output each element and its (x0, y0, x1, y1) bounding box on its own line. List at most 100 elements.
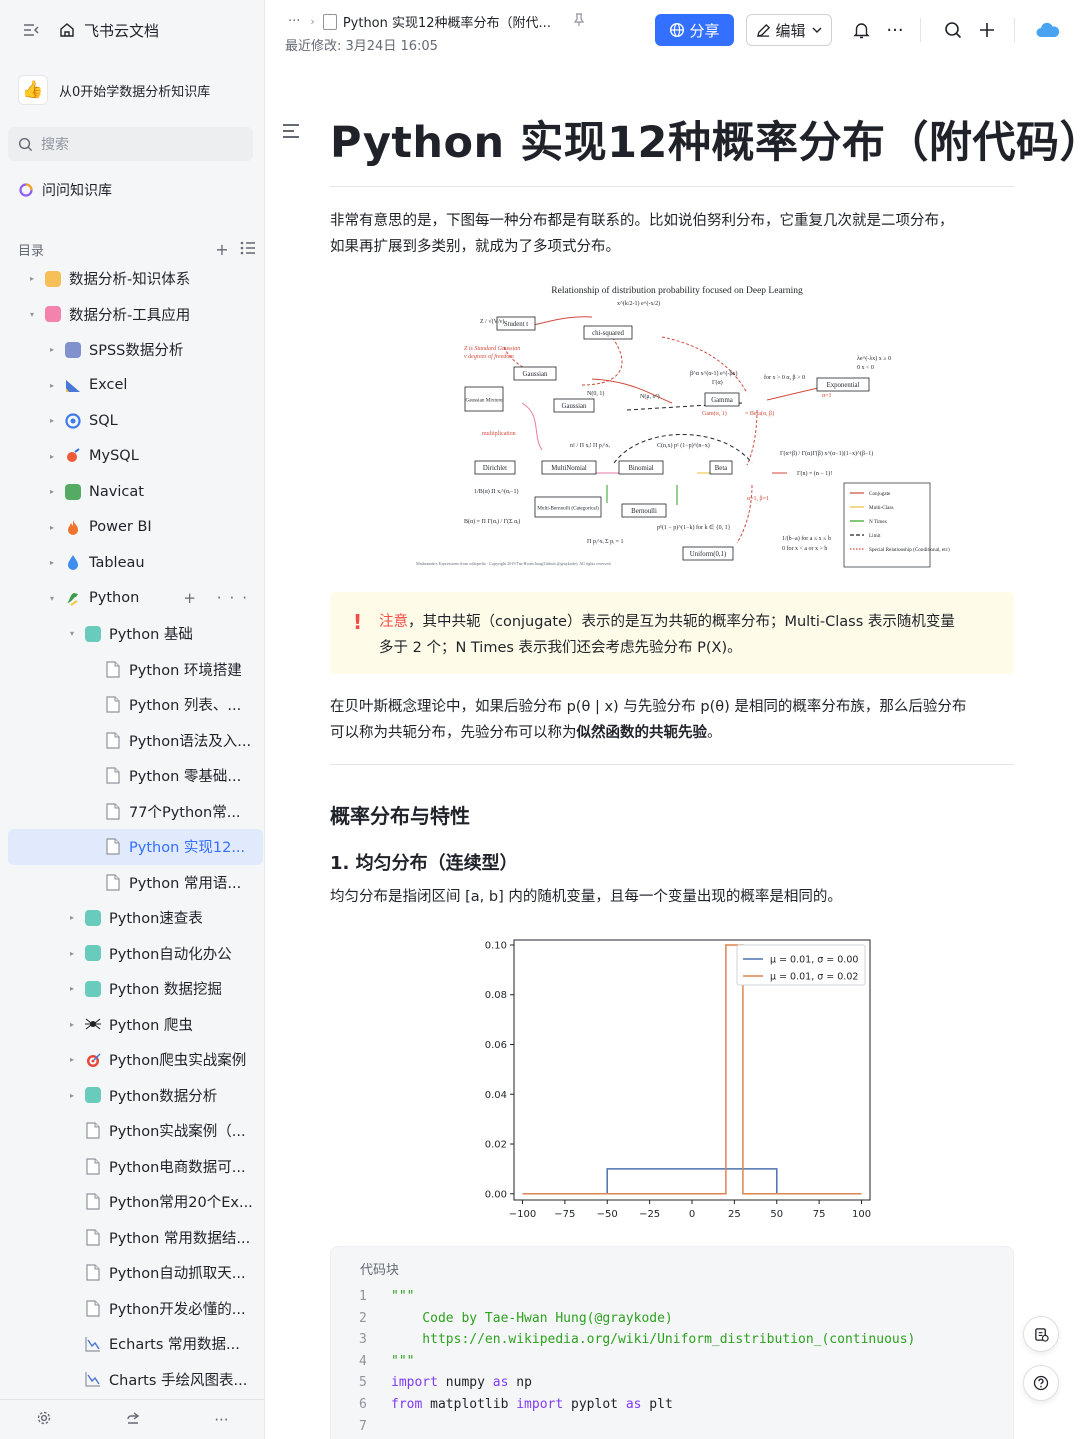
tree-item[interactable]: Python 列表、... (8, 687, 263, 723)
chevron-right-icon[interactable]: ▸ (46, 381, 58, 390)
knowledge-base-header[interactable]: 👍 从0开始学数据分析知识库 (18, 72, 210, 108)
tree-item[interactable]: ▾ Python 基础 (8, 616, 263, 652)
tree-item[interactable]: ▸ Python 爬虫 (8, 1007, 263, 1043)
tree-item[interactable]: ▸ SQL (8, 403, 263, 439)
code-line[interactable]: 2 Code by Tae-Hwan Hung(@graykode) (331, 1311, 1011, 1333)
collapse-sidebar-icon[interactable] (20, 19, 42, 41)
help-icon[interactable] (1023, 1365, 1059, 1401)
chevron-down-icon[interactable]: ▾ (66, 629, 78, 638)
intro-paragraph[interactable]: 非常有意思的是，下图每一种分布都是有联系的。比如说伯努利分布，它重复几次就是二项… (330, 208, 1020, 260)
tree-item[interactable]: ▸ Power BI (8, 510, 263, 546)
distribution-relationship-diagram[interactable]: Relationship of distribution probability… (402, 275, 952, 575)
section-heading[interactable]: 概率分布与特性 (330, 800, 470, 829)
pin-icon[interactable] (573, 12, 585, 31)
doc-info-icon[interactable] (1023, 1316, 1059, 1352)
code-line[interactable]: 4 """ (331, 1354, 1011, 1376)
cloud-avatar-icon[interactable] (1036, 18, 1060, 42)
tree-item[interactable]: Python语法及入... (8, 723, 263, 759)
edit-button[interactable]: 编辑 (746, 14, 832, 46)
warning-callout[interactable]: ! 注意，其中共轭（conjugate）表示的是互为共轭的概率分布；Multi-… (330, 592, 1014, 674)
chevron-right-icon[interactable]: ▸ (66, 1055, 78, 1064)
outline-list-icon[interactable] (238, 240, 258, 259)
home-icon[interactable] (56, 19, 78, 41)
bayes-paragraph[interactable]: 在贝叶斯概念理论中，如果后验分布 p(θ | x) 与先验分布 p(θ) 是相同… (330, 694, 1020, 746)
tree-item[interactable]: ▾ Python + ··· (8, 581, 263, 617)
tree-item[interactable]: Python 零基础... (8, 758, 263, 794)
breadcrumb-title[interactable]: Python 实现12种概率分布（附代... (343, 12, 551, 31)
tree-item[interactable]: ▸ Python速查表 (8, 900, 263, 936)
tree-item[interactable]: Python开发必懂的... (8, 1291, 263, 1327)
chevron-right-icon[interactable]: ▸ (46, 452, 58, 461)
chevron-right-icon[interactable]: ▸ (46, 416, 58, 425)
chevron-right-icon[interactable]: ▸ (46, 523, 58, 532)
tree-item[interactable]: Python实战案例（... (8, 1113, 263, 1149)
chevron-right-icon[interactable]: ▸ (66, 984, 78, 993)
add-icon[interactable] (975, 18, 999, 42)
settings-gear-icon[interactable] (36, 1410, 52, 1430)
tree-item[interactable]: ▸ SPSS数据分析 (8, 332, 263, 368)
tree-item-actions[interactable]: + ··· (183, 589, 255, 607)
tree-item[interactable]: Python 环境搭建 (8, 652, 263, 688)
bell-icon[interactable] (849, 18, 873, 42)
code-line[interactable]: 6 from matplotlib import pyplot as plt (331, 1397, 1011, 1419)
tree-item[interactable]: ▸ Navicat (8, 474, 263, 510)
chevron-right-icon[interactable]: ▸ (46, 487, 58, 496)
chevron-right-icon[interactable]: ▸ (66, 1020, 78, 1029)
outline-toggle-icon[interactable] (283, 124, 299, 142)
tree-item[interactable]: Echarts 常用数据... (8, 1326, 263, 1362)
uniform-distribution-chart[interactable]: −100 −75 −50 −25 0 25 50 75 100 0.00 0.02 0.04 0.06 0… (470, 932, 880, 1232)
svg-text:N(0, 1): N(0, 1) (587, 390, 604, 397)
chevron-right-icon[interactable]: ▸ (46, 558, 58, 567)
code-line[interactable]: 1 """ (331, 1289, 1011, 1311)
tree-item[interactable]: ▸ 数据分析-知识体系 (8, 261, 263, 297)
add-icon[interactable]: + (212, 240, 232, 259)
tree-item-label: Python 零基础... (129, 769, 242, 786)
tree-item[interactable]: Python 实现12... (8, 829, 263, 865)
more-options-icon[interactable]: ··· (883, 18, 907, 42)
tree-item[interactable]: ▸ Python爬虫实战案例 (8, 1042, 263, 1078)
tree-item[interactable]: 77个Python常... (8, 794, 263, 830)
chevron-right-icon[interactable]: ▸ (66, 913, 78, 922)
search-input[interactable]: 搜索 (8, 127, 253, 161)
tree-item[interactable]: ▸ MySQL (8, 439, 263, 475)
chevron-right-icon[interactable]: ▸ (26, 274, 38, 283)
share-out-icon[interactable] (125, 1410, 141, 1430)
tree-item[interactable]: ▸ Python数据分析 (8, 1078, 263, 1114)
chevron-down-icon[interactable]: ▾ (26, 310, 38, 319)
page-title[interactable]: Python 实现12种概率分布（附代码） (330, 108, 1080, 170)
chevron-right-icon[interactable]: ▸ (66, 1091, 78, 1100)
tree-item[interactable]: ▸ Excel (8, 368, 263, 404)
tree-item[interactable]: Charts 手绘风图表... (8, 1362, 263, 1398)
tree-item[interactable]: Python 常用数据结... (8, 1220, 263, 1256)
brand-name[interactable]: 飞书云文档 (84, 20, 159, 41)
diagram-node-label: MultiNomial (551, 465, 587, 472)
callout-line-1: ，其中共轭（conjugate）表示的是互为共轭的概率分布；Multi-Clas… (408, 614, 955, 630)
code-line[interactable]: 5 import numpy as np (331, 1375, 1011, 1397)
header-divider (920, 18, 921, 42)
tree-item[interactable]: Python 常用语... (8, 865, 263, 901)
uniform-description[interactable]: 均匀分布是指闭区间 [a, b] 内的随机变量，且每一个变量出现的概率是相同的。 (330, 884, 1020, 910)
tree-item[interactable]: Python电商数据可... (8, 1149, 263, 1185)
tree-item[interactable]: ▸ Python 数据挖掘 (8, 971, 263, 1007)
chevron-right-icon[interactable]: ▸ (66, 949, 78, 958)
chevron-down-icon[interactable]: ▾ (46, 594, 58, 603)
breadcrumb-more-icon[interactable]: ··· (288, 14, 300, 29)
code-line[interactable]: 3 https://en.wikipedia.org/wiki/Uniform_… (331, 1332, 1011, 1354)
code-block[interactable]: 代码块 1 """ 2 Code by Tae-Hwan Hung(@graykod… (330, 1246, 1014, 1439)
tree-item[interactable]: Python常用20个Ex... (8, 1184, 263, 1220)
tree-item[interactable]: ▸ Tableau (8, 545, 263, 581)
chart-legend: μ = 0.01, σ = 0.00 μ = 0.01, σ = 0.02 (736, 944, 866, 986)
sub-heading[interactable]: 1. 均匀分布（连续型） (330, 849, 518, 875)
search-icon[interactable] (941, 18, 965, 42)
chevron-right-icon[interactable]: ▸ (46, 345, 58, 354)
ask-knowledge-base-button[interactable]: 问问知识库 (18, 177, 112, 203)
more-icon[interactable]: ··· (214, 1411, 228, 1429)
tree-item[interactable]: ▾ 数据分析-工具应用 (8, 297, 263, 333)
code-line[interactable]: 7 (331, 1419, 1011, 1439)
code-token: matplotlib (422, 1397, 517, 1412)
svg-text:1/(b−a) for a ≤ x ≤ b: 1/(b−a) for a ≤ x ≤ b (782, 535, 831, 542)
chevron-right-icon: › (310, 15, 315, 28)
share-button[interactable]: 分享 (655, 14, 734, 46)
tree-item[interactable]: ▸ Python自动化办公 (8, 936, 263, 972)
tree-item[interactable]: Python自动抓取天... (8, 1255, 263, 1291)
